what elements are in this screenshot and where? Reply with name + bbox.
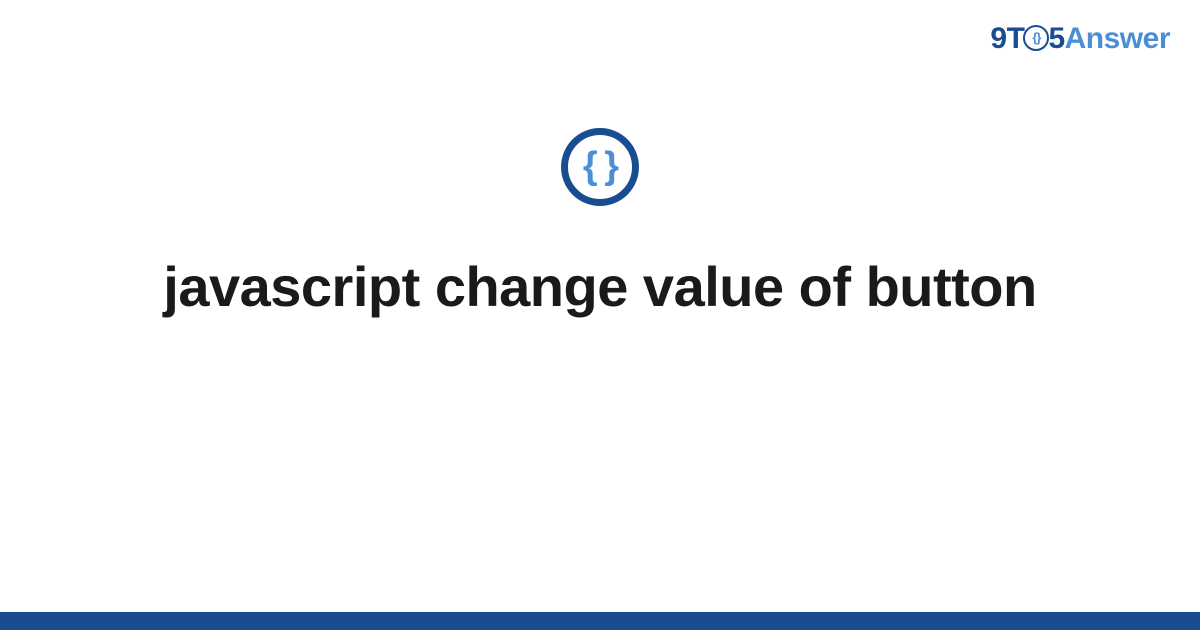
footer-bar xyxy=(0,612,1200,630)
main-content: { } javascript change value of button xyxy=(0,128,1200,319)
logo-braces-icon: {} xyxy=(1032,30,1040,45)
site-logo: 9T {} 5Answer xyxy=(990,22,1170,56)
logo-answer-text: Answer xyxy=(1065,22,1170,55)
logo-9t-text: 9T xyxy=(990,22,1024,55)
braces-icon: { } xyxy=(583,147,617,185)
page-title: javascript change value of button xyxy=(163,254,1036,319)
logo-o-icon: {} xyxy=(1023,25,1049,51)
logo-5-text: 5 xyxy=(1048,22,1064,55)
topic-icon: { } xyxy=(561,128,639,206)
